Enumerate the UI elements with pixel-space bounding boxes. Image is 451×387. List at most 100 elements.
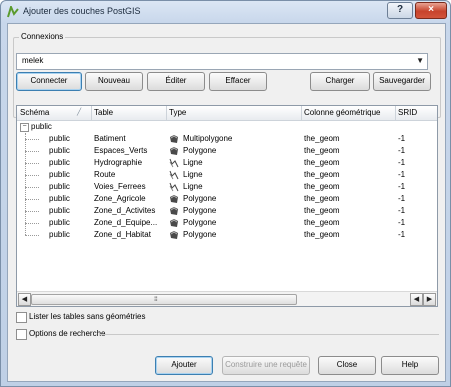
cell-type: Polygone [183, 146, 217, 155]
scrollbar-thumb[interactable]: ⁞⁞⁞⁞ [31, 294, 297, 305]
search-options-divider [100, 334, 439, 335]
cell-geometry-column: the_geom [304, 158, 340, 167]
cell-schema: public [49, 170, 70, 179]
search-options-label: Options de recherche [29, 329, 106, 338]
schema-node-label: public [31, 122, 52, 131]
line-icon [169, 170, 179, 180]
add-button[interactable]: Ajouter [155, 356, 213, 375]
table-row[interactable]: public Zone_d_Activites Polygone the_geom -1 [17, 205, 437, 217]
scroll-left-icon[interactable]: ◀ [410, 293, 423, 306]
dialog-window: Ajouter des couches PostGIS ? × Connexio… [0, 0, 451, 387]
polygon-icon [169, 206, 179, 216]
load-button[interactable]: Charger [310, 72, 370, 91]
save-button[interactable]: Sauvegarder [373, 72, 431, 91]
cell-geometry-column: the_geom [304, 146, 340, 155]
cell-srid: -1 [398, 158, 406, 167]
cell-srid: -1 [398, 206, 406, 215]
cell-srid: -1 [398, 218, 406, 227]
tables-tree-view[interactable]: Schéma ╱ Table Type Colonne géométrique … [16, 105, 438, 307]
scroll-left-icon[interactable]: ◀ [18, 293, 31, 306]
tree-guide-line [25, 163, 39, 164]
cell-table: Hydrographie [94, 158, 143, 167]
cell-table: Zone_d_Habitat [94, 230, 151, 239]
build-query-button[interactable]: Construire une requête [222, 356, 310, 375]
table-row[interactable]: public Route Ligne the_geom -1 [17, 169, 437, 181]
cell-geometry-column: the_geom [304, 182, 340, 191]
tree-guide-line [25, 223, 39, 224]
tree-guide-line [25, 211, 39, 212]
cell-geometry-column: the_geom [304, 206, 340, 215]
table-row[interactable]: public Zone_Agricole Polygone the_geom -1 [17, 193, 437, 205]
tree-guide-line [25, 175, 39, 176]
list-without-geometry-label: Lister les tables sans géométries [29, 312, 146, 321]
column-header-geometry[interactable]: Colonne géométrique [304, 108, 381, 117]
polygon-icon [169, 146, 179, 156]
tree-guide-line [25, 151, 39, 152]
column-header-table[interactable]: Table [94, 108, 113, 117]
polygon-icon [169, 218, 179, 228]
cell-schema: public [49, 206, 70, 215]
cell-schema: public [49, 146, 70, 155]
cell-type: Polygone [183, 194, 217, 203]
cell-schema: public [49, 158, 70, 167]
cell-srid: -1 [398, 230, 406, 239]
column-header-type[interactable]: Type [169, 108, 186, 117]
table-row[interactable]: public Zone_d_Equipe... Polygone the_geom -1 [17, 217, 437, 229]
cell-schema: public [49, 134, 70, 143]
cell-table: Batiment [94, 134, 126, 143]
collapse-icon[interactable]: − [20, 123, 29, 132]
cell-schema: public [49, 194, 70, 203]
help-button[interactable]: Help [381, 356, 439, 375]
cell-type: Polygone [183, 230, 217, 239]
cell-schema: public [49, 218, 70, 227]
cell-schema: public [49, 230, 70, 239]
cell-table: Route [94, 170, 116, 179]
cell-geometry-column: the_geom [304, 218, 340, 227]
connection-select[interactable]: melek ▼ [16, 53, 428, 70]
title-close-button[interactable]: × [415, 2, 447, 19]
new-button[interactable]: Nouveau [85, 72, 143, 91]
column-header-srid[interactable]: SRID [398, 108, 417, 117]
cell-type: Ligne [183, 158, 203, 167]
line-icon [169, 182, 179, 192]
polygon-icon [169, 230, 179, 240]
table-row[interactable]: public Espaces_Verts Polygone the_geom -1 [17, 145, 437, 157]
table-row[interactable]: public Zone_d_Habitat Polygone the_geom -1 [17, 229, 437, 241]
connect-button[interactable]: Connecter [16, 72, 82, 91]
cell-table: Voies_Ferrees [94, 182, 146, 191]
cell-geometry-column: the_geom [304, 230, 340, 239]
edit-button[interactable]: Éditer [147, 72, 205, 91]
cell-srid: -1 [398, 134, 406, 143]
polygon-icon [169, 134, 179, 144]
column-header-schema[interactable]: Schéma [20, 108, 49, 117]
schema-node-public[interactable]: − public [17, 121, 437, 133]
title-help-button[interactable]: ? [387, 2, 413, 19]
sort-indicator-icon: ╱ [77, 109, 82, 116]
cell-table: Espaces_Verts [94, 146, 148, 155]
cell-type: Multipolygone [183, 134, 233, 143]
table-row[interactable]: public Batiment Multipolygone the_geom -1 [17, 133, 437, 145]
cell-srid: -1 [398, 170, 406, 179]
close-button[interactable]: Close [318, 356, 376, 375]
cell-geometry-column: the_geom [304, 134, 340, 143]
scroll-right-icon[interactable]: ▶ [423, 293, 436, 306]
search-options-checkbox[interactable] [16, 329, 27, 340]
cell-type: Ligne [183, 182, 203, 191]
cell-table: Zone_d_Equipe... [94, 218, 158, 227]
tree-guide-line [25, 199, 39, 200]
horizontal-scrollbar[interactable]: ◀ ⁞⁞⁞⁞ ◀ ▶ [17, 291, 437, 306]
table-row[interactable]: public Hydrographie Ligne the_geom -1 [17, 157, 437, 169]
table-header: Schéma ╱ Table Type Colonne géométrique … [17, 106, 437, 121]
cell-srid: -1 [398, 194, 406, 203]
title-bar[interactable]: Ajouter des couches PostGIS ? × [1, 1, 450, 23]
cell-geometry-column: the_geom [304, 194, 340, 203]
table-row[interactable]: public Voies_Ferrees Ligne the_geom -1 [17, 181, 437, 193]
qgis-app-icon [7, 6, 19, 18]
window-title: Ajouter des couches PostGIS [23, 6, 141, 16]
delete-button[interactable]: Effacer [209, 72, 267, 91]
list-without-geometry-checkbox[interactable] [16, 312, 27, 323]
cell-schema: public [49, 182, 70, 191]
polygon-icon [169, 194, 179, 204]
connection-select-value: melek [22, 56, 44, 65]
dropdown-arrow-icon: ▼ [416, 56, 424, 65]
